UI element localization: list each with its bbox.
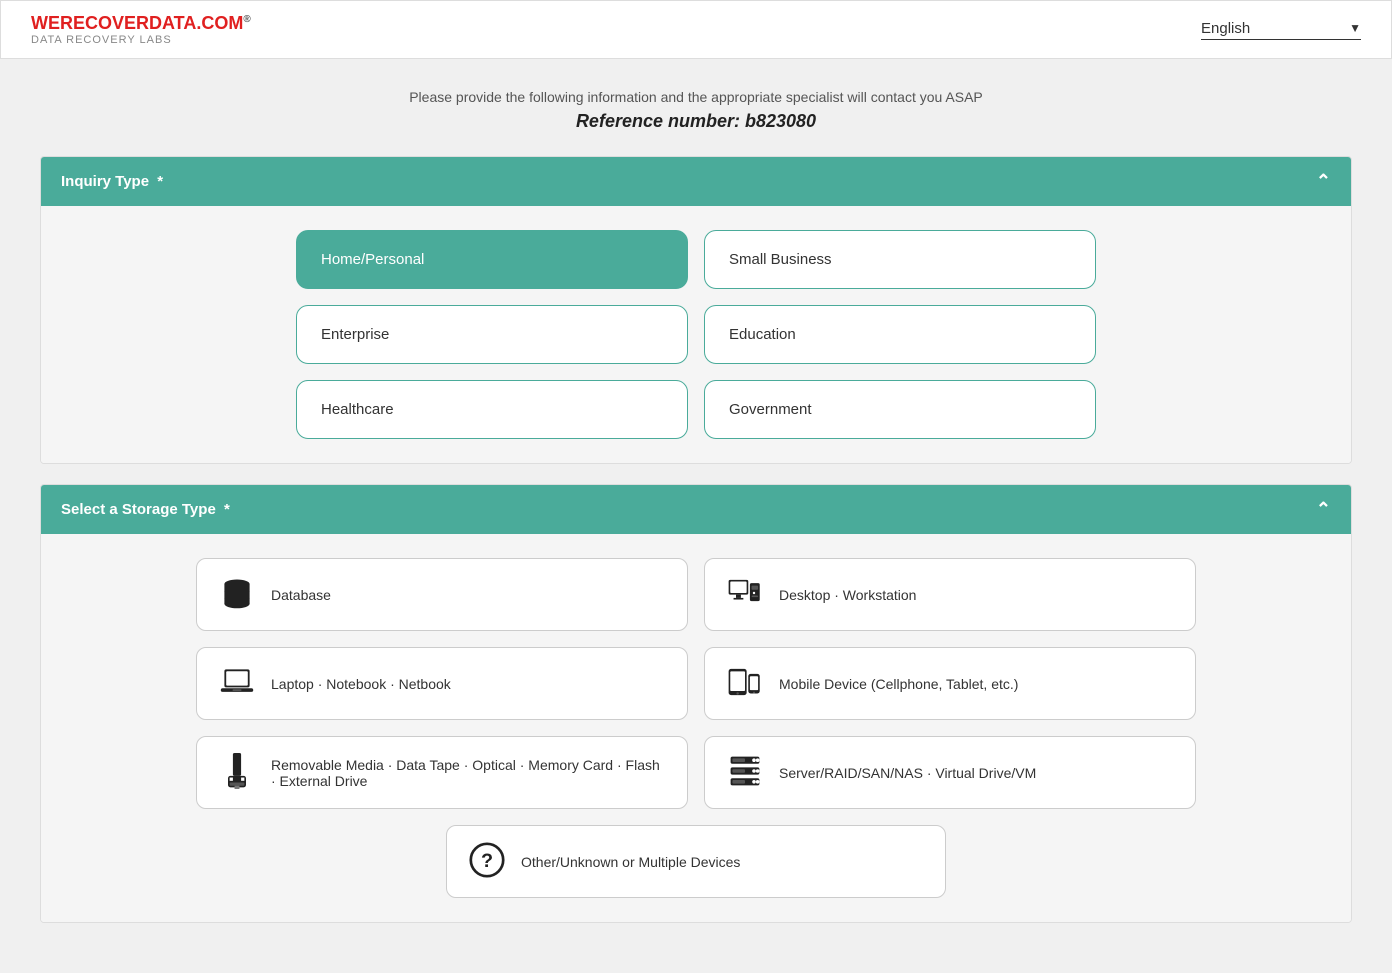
- desktop-icon: [725, 575, 765, 614]
- logo-text: WERECOVERDATA.COM®: [31, 13, 251, 34]
- storage-btn-mobile[interactable]: Mobile Device (Cellphone, Tablet, etc.): [704, 647, 1196, 720]
- intro-description: Please provide the following information…: [40, 89, 1352, 105]
- storage-btn-server[interactable]: Server/RAID/SAN/NAS · Virtual Drive/VM: [704, 736, 1196, 809]
- inquiry-type-title: Inquiry Type *: [61, 173, 163, 190]
- storage-btn-server-label: Server/RAID/SAN/NAS · Virtual Drive/VM: [779, 765, 1036, 781]
- language-label: English: [1201, 20, 1250, 37]
- storage-btn-database-label: Database: [271, 587, 331, 603]
- storage-btn-laptop-label: Laptop · Notebook · Netbook: [271, 676, 451, 692]
- inquiry-type-required: *: [157, 173, 163, 190]
- inquiry-type-section: Inquiry Type * ⌃ Home/Personal Small Bus…: [40, 156, 1352, 464]
- logo-reg: ®: [243, 14, 250, 25]
- storage-type-title-text: Select a Storage Type: [61, 501, 216, 518]
- inquiry-btn-healthcare[interactable]: Healthcare: [296, 380, 688, 439]
- header: WERECOVERDATA.COM® DATA RECOVERY LABS En…: [0, 0, 1392, 59]
- inquiry-type-header: Inquiry Type * ⌃: [41, 157, 1351, 206]
- inquiry-btn-small-business[interactable]: Small Business: [704, 230, 1096, 289]
- storage-grid: Database: [196, 558, 1196, 898]
- logo-data: DATA.COM: [149, 13, 243, 33]
- question-icon: ?: [467, 842, 507, 881]
- storage-btn-removable[interactable]: Removable Media · Data Tape · Optical · …: [196, 736, 688, 809]
- storage-btn-desktop-label: Desktop · Workstation: [779, 587, 916, 603]
- page-wrapper: WERECOVERDATA.COM® DATA RECOVERY LABS En…: [0, 0, 1392, 973]
- inquiry-type-title-text: Inquiry Type: [61, 173, 149, 190]
- logo-we: WE: [31, 13, 60, 33]
- storage-btn-other-label: Other/Unknown or Multiple Devices: [521, 854, 740, 870]
- storage-btn-desktop[interactable]: Desktop · Workstation: [704, 558, 1196, 631]
- storage-btn-other[interactable]: ? Other/Unknown or Multiple Devices: [446, 825, 946, 898]
- storage-type-header: Select a Storage Type * ⌃: [41, 485, 1351, 534]
- database-icon: [217, 575, 257, 614]
- inquiry-btn-home[interactable]: Home/Personal: [296, 230, 688, 289]
- inquiry-btn-government[interactable]: Government: [704, 380, 1096, 439]
- inquiry-grid: Home/Personal Small Business Enterprise …: [296, 230, 1096, 439]
- storage-type-body: Database: [41, 534, 1351, 922]
- inquiry-type-chevron[interactable]: ⌃: [1316, 171, 1331, 192]
- usb-icon: [217, 753, 257, 792]
- inquiry-btn-enterprise[interactable]: Enterprise: [296, 305, 688, 364]
- inquiry-type-body: Home/Personal Small Business Enterprise …: [41, 206, 1351, 463]
- storage-btn-removable-label: Removable Media · Data Tape · Optical · …: [271, 757, 667, 789]
- main-content: Please provide the following information…: [0, 59, 1392, 973]
- logo: WERECOVERDATA.COM® DATA RECOVERY LABS: [31, 13, 251, 46]
- logo-recover: RECOVER: [60, 13, 149, 33]
- storage-btn-database[interactable]: Database: [196, 558, 688, 631]
- storage-type-chevron[interactable]: ⌃: [1316, 499, 1331, 520]
- storage-type-title: Select a Storage Type *: [61, 501, 230, 518]
- reference-number: Reference number: b823080: [40, 111, 1352, 132]
- language-arrow: ▼: [1349, 21, 1361, 35]
- storage-btn-laptop[interactable]: Laptop · Notebook · Netbook: [196, 647, 688, 720]
- laptop-icon: [217, 664, 257, 703]
- storage-btn-mobile-label: Mobile Device (Cellphone, Tablet, etc.): [779, 676, 1018, 692]
- logo-sub: DATA RECOVERY LABS: [31, 34, 251, 46]
- server-icon: [725, 753, 765, 792]
- storage-type-section: Select a Storage Type * ⌃: [40, 484, 1352, 923]
- mobile-icon: [725, 664, 765, 703]
- inquiry-btn-education[interactable]: Education: [704, 305, 1096, 364]
- storage-type-required: *: [224, 501, 230, 518]
- language-selector[interactable]: English ▼: [1201, 20, 1361, 40]
- svg-text:?: ?: [481, 850, 493, 872]
